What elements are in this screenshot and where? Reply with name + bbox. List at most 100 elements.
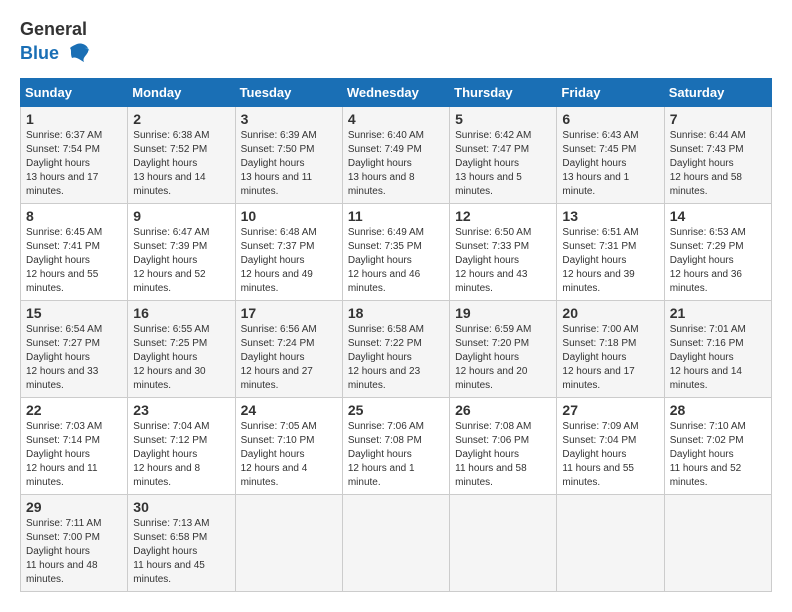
day-number: 9 [133,208,229,224]
day-info: Sunrise: 7:05 AM Sunset: 7:10 PM Dayligh… [241,420,337,490]
calendar-week-row: 22 Sunrise: 7:03 AM Sunset: 7:14 PM Dayl… [21,397,772,494]
logo: General Blue [20,20,92,68]
calendar-cell: 23 Sunrise: 7:04 AM Sunset: 7:12 PM Dayl… [128,397,235,494]
calendar-cell: 4 Sunrise: 6:40 AM Sunset: 7:49 PM Dayli… [342,106,449,203]
calendar-cell: 17 Sunrise: 6:56 AM Sunset: 7:24 PM Dayl… [235,300,342,397]
calendar-cell: 11 Sunrise: 6:49 AM Sunset: 7:35 PM Dayl… [342,203,449,300]
weekday-header-row: SundayMondayTuesdayWednesdayThursdayFrid… [21,78,772,106]
day-number: 19 [455,305,551,321]
calendar-cell [342,494,449,591]
day-info: Sunrise: 7:00 AM Sunset: 7:18 PM Dayligh… [562,323,658,393]
day-info: Sunrise: 7:13 AM Sunset: 6:58 PM Dayligh… [133,517,229,587]
logo-bird-icon [62,40,92,68]
day-number: 7 [670,111,766,127]
calendar-cell [664,494,771,591]
calendar-cell: 19 Sunrise: 6:59 AM Sunset: 7:20 PM Dayl… [450,300,557,397]
calendar-table: SundayMondayTuesdayWednesdayThursdayFrid… [20,78,772,592]
calendar-cell: 18 Sunrise: 6:58 AM Sunset: 7:22 PM Dayl… [342,300,449,397]
day-info: Sunrise: 6:42 AM Sunset: 7:47 PM Dayligh… [455,129,551,199]
day-info: Sunrise: 6:37 AM Sunset: 7:54 PM Dayligh… [26,129,122,199]
calendar-cell: 8 Sunrise: 6:45 AM Sunset: 7:41 PM Dayli… [21,203,128,300]
day-info: Sunrise: 6:49 AM Sunset: 7:35 PM Dayligh… [348,226,444,296]
day-info: Sunrise: 6:47 AM Sunset: 7:39 PM Dayligh… [133,226,229,296]
day-number: 26 [455,402,551,418]
weekday-header-tuesday: Tuesday [235,78,342,106]
calendar-week-row: 15 Sunrise: 6:54 AM Sunset: 7:27 PM Dayl… [21,300,772,397]
day-info: Sunrise: 6:39 AM Sunset: 7:50 PM Dayligh… [241,129,337,199]
day-info: Sunrise: 6:40 AM Sunset: 7:49 PM Dayligh… [348,129,444,199]
day-number: 8 [26,208,122,224]
day-info: Sunrise: 6:58 AM Sunset: 7:22 PM Dayligh… [348,323,444,393]
day-info: Sunrise: 6:53 AM Sunset: 7:29 PM Dayligh… [670,226,766,296]
calendar-cell: 28 Sunrise: 7:10 AM Sunset: 7:02 PM Dayl… [664,397,771,494]
day-number: 21 [670,305,766,321]
calendar-cell: 16 Sunrise: 6:55 AM Sunset: 7:25 PM Dayl… [128,300,235,397]
weekday-header-friday: Friday [557,78,664,106]
day-info: Sunrise: 7:10 AM Sunset: 7:02 PM Dayligh… [670,420,766,490]
weekday-header-monday: Monday [128,78,235,106]
calendar-week-row: 8 Sunrise: 6:45 AM Sunset: 7:41 PM Dayli… [21,203,772,300]
weekday-header-wednesday: Wednesday [342,78,449,106]
calendar-cell: 27 Sunrise: 7:09 AM Sunset: 7:04 PM Dayl… [557,397,664,494]
day-info: Sunrise: 6:45 AM Sunset: 7:41 PM Dayligh… [26,226,122,296]
calendar-cell: 2 Sunrise: 6:38 AM Sunset: 7:52 PM Dayli… [128,106,235,203]
day-info: Sunrise: 6:54 AM Sunset: 7:27 PM Dayligh… [26,323,122,393]
calendar-cell: 7 Sunrise: 6:44 AM Sunset: 7:43 PM Dayli… [664,106,771,203]
day-number: 3 [241,111,337,127]
page-header: General Blue [20,20,772,68]
day-info: Sunrise: 7:09 AM Sunset: 7:04 PM Dayligh… [562,420,658,490]
day-number: 13 [562,208,658,224]
day-info: Sunrise: 7:06 AM Sunset: 7:08 PM Dayligh… [348,420,444,490]
day-number: 6 [562,111,658,127]
calendar-cell: 29 Sunrise: 7:11 AM Sunset: 7:00 PM Dayl… [21,494,128,591]
day-number: 25 [348,402,444,418]
day-info: Sunrise: 6:48 AM Sunset: 7:37 PM Dayligh… [241,226,337,296]
day-info: Sunrise: 7:08 AM Sunset: 7:06 PM Dayligh… [455,420,551,490]
calendar-cell: 25 Sunrise: 7:06 AM Sunset: 7:08 PM Dayl… [342,397,449,494]
calendar-cell: 15 Sunrise: 6:54 AM Sunset: 7:27 PM Dayl… [21,300,128,397]
calendar-week-row: 1 Sunrise: 6:37 AM Sunset: 7:54 PM Dayli… [21,106,772,203]
calendar-cell: 13 Sunrise: 6:51 AM Sunset: 7:31 PM Dayl… [557,203,664,300]
day-number: 5 [455,111,551,127]
weekday-header-sunday: Sunday [21,78,128,106]
calendar-cell [235,494,342,591]
calendar-cell [450,494,557,591]
weekday-header-saturday: Saturday [664,78,771,106]
calendar-cell: 12 Sunrise: 6:50 AM Sunset: 7:33 PM Dayl… [450,203,557,300]
day-number: 30 [133,499,229,515]
day-number: 22 [26,402,122,418]
day-number: 12 [455,208,551,224]
day-info: Sunrise: 6:59 AM Sunset: 7:20 PM Dayligh… [455,323,551,393]
weekday-header-thursday: Thursday [450,78,557,106]
day-info: Sunrise: 6:56 AM Sunset: 7:24 PM Dayligh… [241,323,337,393]
calendar-cell: 22 Sunrise: 7:03 AM Sunset: 7:14 PM Dayl… [21,397,128,494]
day-number: 11 [348,208,444,224]
day-number: 29 [26,499,122,515]
day-info: Sunrise: 6:38 AM Sunset: 7:52 PM Dayligh… [133,129,229,199]
day-number: 10 [241,208,337,224]
calendar-cell: 24 Sunrise: 7:05 AM Sunset: 7:10 PM Dayl… [235,397,342,494]
day-info: Sunrise: 6:44 AM Sunset: 7:43 PM Dayligh… [670,129,766,199]
day-number: 27 [562,402,658,418]
day-number: 23 [133,402,229,418]
day-info: Sunrise: 7:11 AM Sunset: 7:00 PM Dayligh… [26,517,122,587]
calendar-cell: 20 Sunrise: 7:00 AM Sunset: 7:18 PM Dayl… [557,300,664,397]
calendar-cell: 1 Sunrise: 6:37 AM Sunset: 7:54 PM Dayli… [21,106,128,203]
day-number: 24 [241,402,337,418]
day-number: 2 [133,111,229,127]
day-number: 15 [26,305,122,321]
calendar-cell: 26 Sunrise: 7:08 AM Sunset: 7:06 PM Dayl… [450,397,557,494]
day-info: Sunrise: 6:51 AM Sunset: 7:31 PM Dayligh… [562,226,658,296]
day-info: Sunrise: 7:03 AM Sunset: 7:14 PM Dayligh… [26,420,122,490]
calendar-cell: 6 Sunrise: 6:43 AM Sunset: 7:45 PM Dayli… [557,106,664,203]
day-info: Sunrise: 6:55 AM Sunset: 7:25 PM Dayligh… [133,323,229,393]
calendar-cell: 21 Sunrise: 7:01 AM Sunset: 7:16 PM Dayl… [664,300,771,397]
day-number: 20 [562,305,658,321]
day-number: 4 [348,111,444,127]
calendar-cell: 3 Sunrise: 6:39 AM Sunset: 7:50 PM Dayli… [235,106,342,203]
day-number: 1 [26,111,122,127]
logo-blue: Blue [20,44,59,64]
calendar-cell [557,494,664,591]
logo-general: General [20,20,92,40]
calendar-cell: 5 Sunrise: 6:42 AM Sunset: 7:47 PM Dayli… [450,106,557,203]
